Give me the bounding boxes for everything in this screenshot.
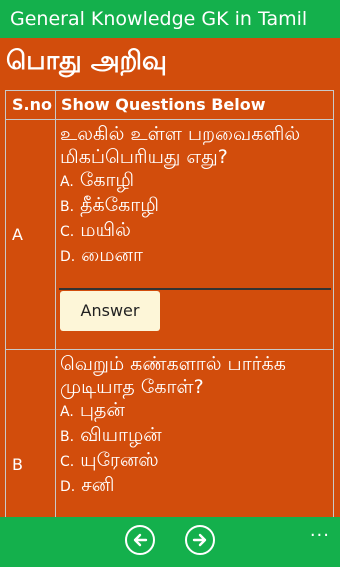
app-bar: ... <box>0 517 340 567</box>
more-menu[interactable]: ... <box>310 520 330 541</box>
option-b: B. வியாழன் <box>60 424 162 446</box>
option-d: D. சனி <box>60 474 115 496</box>
column-divider <box>55 91 56 519</box>
questions-table[interactable]: S.no Show Questions Below A உலகில் உள்ள … <box>5 90 334 520</box>
row-divider <box>6 349 333 350</box>
forward-button[interactable] <box>185 525 215 555</box>
header-divider <box>6 119 333 120</box>
option-b: B. தீக்கோழி <box>60 194 159 216</box>
answer-row: Answer <box>59 288 331 334</box>
header-sno: S.no <box>12 95 52 114</box>
row-label: B <box>12 455 23 474</box>
page-heading: பொது அறிவு <box>6 46 167 76</box>
question-block: வெறும் கண்களால் பார்க்க முடியாத கோள்? A.… <box>60 353 330 499</box>
arrow-right-icon <box>192 533 207 547</box>
answer-button[interactable]: Answer <box>60 291 160 331</box>
option-d: D. மைனா <box>60 244 143 266</box>
question-block: உலகில் உள்ள பறவைகளில் மிகப்பெரியது எது? … <box>60 123 330 269</box>
option-c: C. யுரேனஸ் <box>60 449 159 471</box>
row-label: A <box>12 225 23 244</box>
option-a: A. கோழி <box>60 169 135 191</box>
question-text: வெறும் கண்களால் பார்க்க முடியாத கோள்? <box>60 353 286 398</box>
option-c: C. மயில் <box>60 219 131 241</box>
back-button[interactable] <box>125 525 155 555</box>
header-questions: Show Questions Below <box>61 95 266 114</box>
option-a: A. புதன் <box>60 399 125 421</box>
arrow-left-icon <box>133 533 148 547</box>
question-text: உலகில் உள்ள பறவைகளில் மிகப்பெரியது எது? <box>60 123 301 168</box>
app-title: General Knowledge GK in Tamil <box>10 8 308 30</box>
app-title-bar: General Knowledge GK in Tamil <box>0 0 340 38</box>
